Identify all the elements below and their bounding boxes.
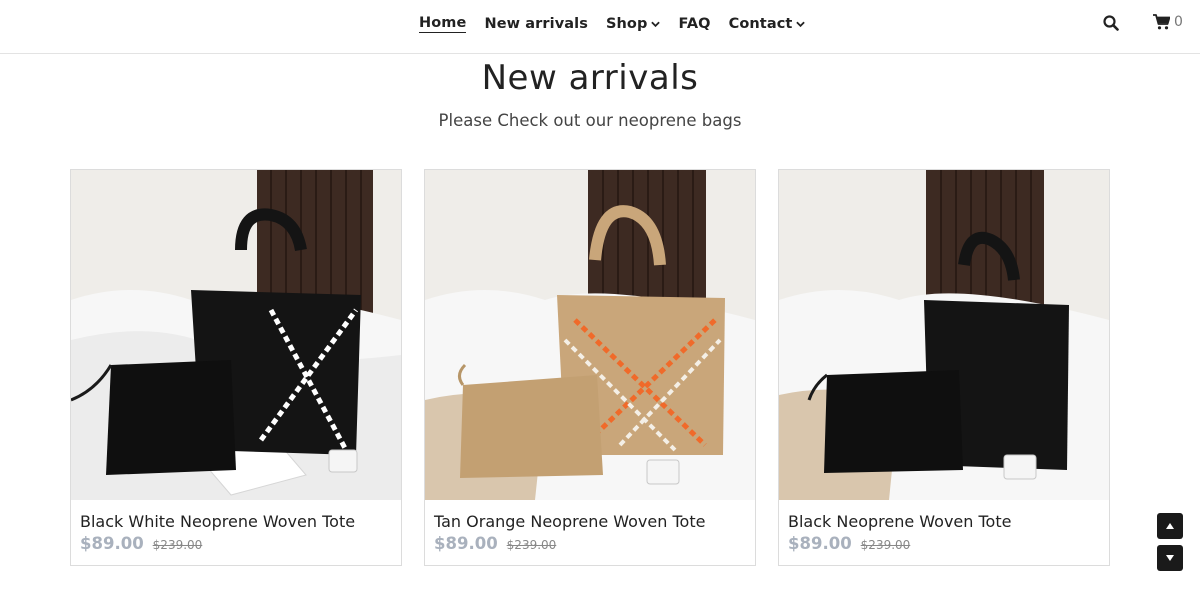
nav-faq-label: FAQ (678, 16, 711, 32)
product-price-row: $89.00 $239.00 (788, 534, 910, 553)
nav-new-arrivals-label: New arrivals (484, 16, 588, 32)
nav-home-label: Home (419, 15, 467, 31)
search-icon[interactable] (1103, 15, 1119, 31)
product-photo-black-tote (779, 170, 1109, 500)
product-price: $89.00 (80, 534, 144, 553)
product-price: $89.00 (434, 534, 498, 553)
product-compare-price: $239.00 (506, 538, 557, 552)
product-photo-tan-orange-tote (425, 170, 755, 500)
product-compare-price: $239.00 (860, 538, 911, 552)
chevron-down-icon (651, 21, 661, 27)
scroll-up-icon (1166, 523, 1174, 529)
product-price-row: $89.00 $239.00 (434, 534, 556, 553)
product-name[interactable]: Black Neoprene Woven Tote (788, 512, 1011, 531)
nav-shop[interactable]: Shop (606, 16, 661, 32)
cart-count: 0 (1174, 14, 1183, 30)
nav-home[interactable]: Home (419, 15, 467, 33)
nav-contact[interactable]: Contact (729, 16, 806, 32)
product-image[interactable] (425, 170, 755, 500)
product-price-row: $89.00 $239.00 (80, 534, 202, 553)
product-compare-price: $239.00 (152, 538, 203, 552)
nav-contact-label: Contact (728, 16, 793, 32)
page-subtitle: Please Check out our neoprene bags (438, 111, 742, 130)
page-title: New arrivals (481, 58, 699, 98)
product-photo-black-white-tote (71, 170, 401, 500)
scroll-down-button[interactable] (1157, 545, 1183, 571)
cart-icon (1153, 14, 1170, 30)
scroll-up-button[interactable] (1157, 513, 1183, 539)
product-image[interactable] (779, 170, 1109, 500)
nav-new-arrivals[interactable]: New arrivals (484, 16, 588, 32)
scroll-down-icon (1166, 555, 1174, 561)
nav-shop-label: Shop (605, 16, 648, 32)
product-price: $89.00 (788, 534, 852, 553)
site-header: Home New arrivals Shop FAQ Contact 0 (0, 0, 1200, 54)
chevron-down-icon (796, 21, 806, 27)
product-card[interactable]: Black Neoprene Woven Tote $89.00 $239.00 (778, 169, 1110, 566)
product-card[interactable]: Black White Neoprene Woven Tote $89.00 $… (70, 169, 402, 566)
cart-button[interactable]: 0 (1153, 14, 1183, 30)
nav-faq[interactable]: FAQ (678, 16, 710, 32)
main-nav: Home New arrivals Shop FAQ Contact (419, 13, 823, 35)
product-image[interactable] (71, 170, 401, 500)
product-card[interactable]: Tan Orange Neoprene Woven Tote $89.00 $2… (424, 169, 756, 566)
product-name[interactable]: Tan Orange Neoprene Woven Tote (434, 512, 705, 531)
product-name[interactable]: Black White Neoprene Woven Tote (80, 512, 355, 531)
